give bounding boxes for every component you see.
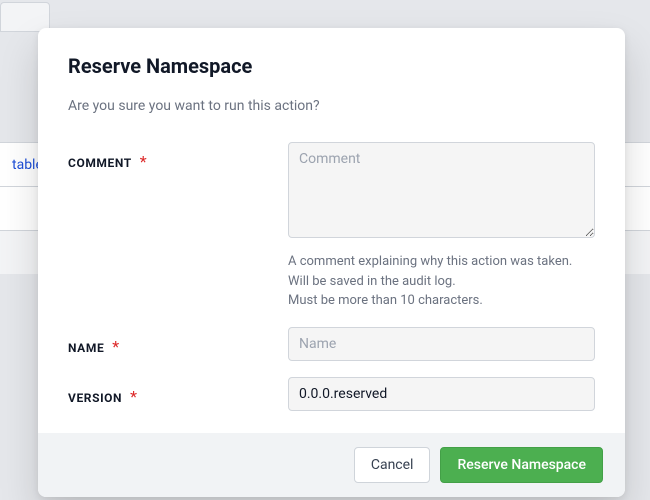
modal-title: Reserve Namespace <box>68 54 595 78</box>
form-row-version: VERSION * <box>68 377 595 411</box>
form-label-col: COMMENT * <box>68 142 288 171</box>
form-field-col: A comment explaining why this action was… <box>288 142 595 311</box>
form-row-name: NAME * <box>68 327 595 361</box>
version-label: VERSION <box>68 391 122 405</box>
required-mark: * <box>140 152 147 171</box>
modal-subtitle: Are you sure you want to run this action… <box>68 98 595 114</box>
name-input[interactable] <box>288 327 595 361</box>
modal-body: Reserve Namespace Are you sure you want … <box>38 28 625 433</box>
required-mark: * <box>112 337 119 356</box>
comment-help: A comment explaining why this action was… <box>288 252 595 311</box>
reserve-namespace-button[interactable]: Reserve Namespace <box>440 447 603 483</box>
cancel-button[interactable]: Cancel <box>354 447 431 483</box>
comment-label: COMMENT <box>68 156 132 170</box>
help-line: Will be saved in the audit log. <box>288 272 595 292</box>
form-field-col <box>288 327 595 361</box>
modal-overlay: Reserve Namespace Are you sure you want … <box>0 0 650 500</box>
name-label: NAME <box>68 341 104 355</box>
form-label-col: NAME * <box>68 327 288 356</box>
modal-footer: Cancel Reserve Namespace <box>38 433 625 497</box>
required-mark: * <box>130 387 137 406</box>
help-line: Must be more than 10 characters. <box>288 291 595 311</box>
comment-input[interactable] <box>288 142 595 238</box>
help-line: A comment explaining why this action was… <box>288 252 595 272</box>
form-row-comment: COMMENT * A comment explaining why this … <box>68 142 595 311</box>
form-label-col: VERSION * <box>68 377 288 406</box>
form-field-col <box>288 377 595 411</box>
version-input[interactable] <box>288 377 595 411</box>
reserve-namespace-modal: Reserve Namespace Are you sure you want … <box>38 28 625 497</box>
